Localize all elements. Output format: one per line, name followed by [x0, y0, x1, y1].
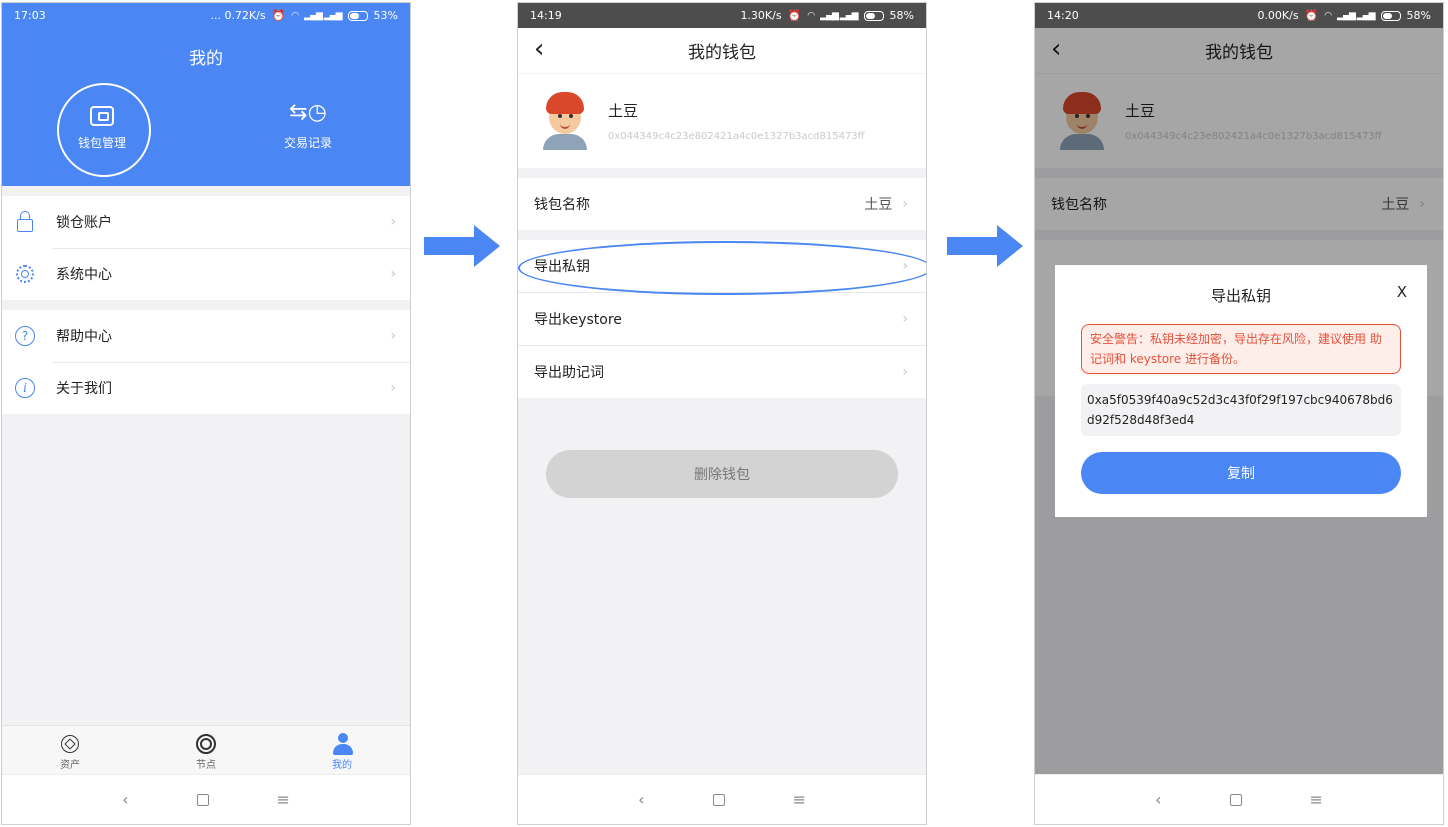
- profile-header: 我的 钱包管理 ⇆◷ 交易记录: [2, 28, 410, 186]
- wallet-management-button[interactable]: 钱包管理: [42, 100, 162, 151]
- app-bar: ‹ 我的钱包: [518, 28, 926, 73]
- menu-item-system-center[interactable]: 系统中心 ›: [2, 248, 410, 300]
- menu-item-help-center[interactable]: ? 帮助中心 ›: [2, 310, 410, 362]
- transaction-history-button[interactable]: ⇆◷ 交易记录: [248, 100, 368, 151]
- nav-back-icon[interactable]: ‹: [1155, 790, 1161, 809]
- wallet-address: 0x044349c4c23e802421a4c0e1327b3acd815473…: [608, 131, 865, 142]
- tab-assets[interactable]: 资产: [2, 726, 138, 778]
- wallet-profile: 土豆 0x044349c4c23e802421a4c0e1327b3acd815…: [518, 74, 926, 168]
- network-speed: 0.00K/s: [1257, 9, 1299, 22]
- question-icon: ?: [15, 326, 35, 346]
- page-title: 我的钱包: [688, 43, 756, 63]
- system-nav-bar: ‹ ≡: [2, 774, 410, 824]
- nav-back-icon[interactable]: ‹: [122, 790, 128, 809]
- wallet-icon: [90, 106, 114, 126]
- close-button[interactable]: X: [1397, 283, 1407, 301]
- nav-home-icon[interactable]: [196, 793, 209, 806]
- battery-icon: [347, 10, 368, 21]
- status-bar: 14:19 1.30K/s ⏰ ◠ ▂▄▆ ▂▄▆ 58%: [518, 3, 926, 28]
- phone-screen-export-key: 14:20 0.00K/s ⏰ ◠ ▂▄▆ ▂▄▆ 58% ‹ 我的钱包 土豆 …: [1034, 2, 1444, 825]
- bottom-tab-bar: 资产 节点 我的: [2, 725, 410, 778]
- battery-icon: [1380, 10, 1401, 21]
- wallet-name-row[interactable]: 钱包名称 土豆 ›: [518, 178, 926, 230]
- lock-icon: [17, 210, 33, 232]
- network-speed: 1.30K/s: [740, 9, 782, 22]
- menu-item-about-us[interactable]: i 关于我们 ›: [2, 362, 410, 414]
- copy-button[interactable]: 复制: [1081, 452, 1401, 494]
- nav-back-icon[interactable]: ‹: [638, 790, 644, 809]
- wifi-icon: ◠: [807, 10, 815, 21]
- nav-menu-icon[interactable]: ≡: [793, 790, 806, 809]
- security-warning: 安全警告：私钥未经加密，导出存在风险，建议使用 助记词和 keystore 进行…: [1081, 324, 1401, 374]
- delete-wallet-button[interactable]: 删除钱包: [546, 450, 898, 498]
- nav-home-icon[interactable]: [1229, 793, 1242, 806]
- alarm-icon: ⏰: [271, 9, 286, 22]
- chevron-right-icon: ›: [902, 364, 908, 380]
- wifi-icon: ◠: [291, 10, 299, 21]
- chevron-right-icon: ›: [390, 328, 396, 344]
- menu-group: ? 帮助中心 › i 关于我们 ›: [2, 310, 410, 414]
- wifi-icon: ◠: [1324, 10, 1332, 21]
- info-icon: i: [15, 378, 35, 398]
- chevron-right-icon: ›: [902, 196, 908, 212]
- alarm-icon: ⏰: [787, 9, 802, 22]
- transaction-history-label: 交易记录: [283, 136, 332, 150]
- system-nav-bar: ‹ ≡: [518, 774, 926, 824]
- assets-icon: [61, 734, 79, 753]
- network-speed: ... 0.72K/s: [210, 9, 266, 22]
- page-title: 我的: [189, 49, 223, 69]
- status-time: 14:19: [530, 9, 562, 22]
- wallet-management-label: 钱包管理: [77, 136, 126, 150]
- phone-screen-me: 17:03 ... 0.72K/s ⏰ ◠ ▂▄▆ ▂▄▆ 53% 我的 钱包管…: [1, 2, 411, 825]
- export-private-key-dialog: 导出私钥 X 安全警告：私钥未经加密，导出存在风险，建议使用 助记词和 keys…: [1055, 265, 1427, 517]
- battery-level: 58%: [1406, 9, 1431, 22]
- signal-icon: ▂▄▆ ▂▄▆: [304, 10, 342, 21]
- private-key-value: 0xa5f0539f40a9c52d3c43f0f29f197cbc940678…: [1081, 384, 1401, 436]
- chevron-right-icon: ›: [390, 214, 396, 230]
- export-keystore-row[interactable]: 导出keystore ›: [518, 293, 926, 345]
- chevron-right-icon: ›: [390, 380, 396, 396]
- nav-menu-icon[interactable]: ≡: [1310, 790, 1323, 809]
- tab-nodes[interactable]: 节点: [138, 726, 274, 778]
- avatar: [542, 92, 588, 150]
- export-mnemonic-row[interactable]: 导出助记词 ›: [518, 346, 926, 398]
- chevron-right-icon: ›: [390, 266, 396, 282]
- status-bar: 17:03 ... 0.72K/s ⏰ ◠ ▂▄▆ ▂▄▆ 53%: [2, 3, 410, 28]
- nav-menu-icon[interactable]: ≡: [277, 790, 290, 809]
- nav-home-icon[interactable]: [712, 793, 725, 806]
- status-time: 17:03: [14, 9, 46, 22]
- status-bar: 14:20 0.00K/s ⏰ ◠ ▂▄▆ ▂▄▆ 58%: [1035, 3, 1443, 28]
- clock-arrows-icon: ⇆◷: [289, 100, 327, 125]
- battery-level: 58%: [889, 9, 914, 22]
- tab-me[interactable]: 我的: [274, 726, 410, 778]
- wallet-name: 土豆: [608, 102, 639, 120]
- status-time: 14:20: [1047, 9, 1079, 22]
- dialog-title: 导出私钥: [1210, 287, 1271, 305]
- menu-item-lock-account[interactable]: 锁仓账户 ›: [2, 196, 410, 248]
- person-icon: [332, 732, 353, 755]
- gear-icon: [16, 265, 34, 283]
- alarm-icon: ⏰: [1304, 9, 1319, 22]
- battery-icon: [863, 10, 884, 21]
- flow-arrow-icon: [947, 225, 1023, 267]
- signal-icon: ▂▄▆ ▂▄▆: [1337, 10, 1375, 21]
- system-nav-bar: ‹ ≡: [1035, 774, 1443, 824]
- back-chevron-icon[interactable]: ‹: [534, 34, 544, 64]
- highlight-ellipse: [518, 241, 926, 295]
- flow-arrow-icon: [424, 225, 500, 267]
- node-icon: [196, 733, 216, 754]
- phone-screen-wallet: 14:19 1.30K/s ⏰ ◠ ▂▄▆ ▂▄▆ 58% ‹ 我的钱包 土豆 …: [517, 2, 927, 825]
- signal-icon: ▂▄▆ ▂▄▆: [820, 10, 858, 21]
- battery-level: 53%: [373, 9, 398, 22]
- chevron-right-icon: ›: [902, 311, 908, 327]
- menu-group: 锁仓账户 › 系统中心 ›: [2, 196, 410, 300]
